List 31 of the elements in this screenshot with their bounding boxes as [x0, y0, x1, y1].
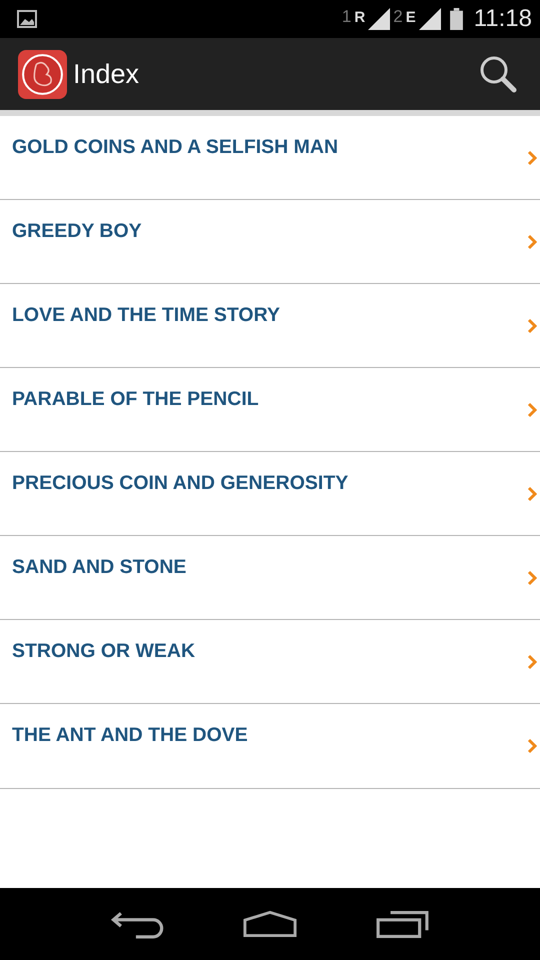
- chevron-icon: [527, 318, 537, 334]
- app-logo-icon[interactable]: [18, 50, 67, 98]
- story-item[interactable]: PARABLE OF THE PENCIL: [0, 368, 540, 452]
- sim-label: 1: [342, 7, 352, 27]
- screen-title: Index: [73, 58, 140, 90]
- home-icon[interactable]: [242, 909, 297, 939]
- chevron-icon: [527, 402, 537, 418]
- network-label: E: [406, 9, 416, 26]
- chevron-icon: [527, 738, 537, 754]
- story-item[interactable]: LOVE AND THE TIME STORY: [0, 284, 540, 368]
- story-item[interactable]: GOLD COINS AND A SELFISH MAN: [0, 116, 540, 200]
- battery-icon: [450, 8, 463, 30]
- story-item[interactable]: PRECIOUS COIN AND GENEROSITY: [0, 452, 540, 536]
- chevron-icon: [527, 486, 537, 502]
- clock: 11:18: [474, 5, 532, 33]
- signal-icon: [368, 8, 390, 30]
- story-item[interactable]: THE ANT AND THE DOVE: [0, 704, 540, 789]
- back-icon[interactable]: [110, 909, 164, 939]
- chevron-icon: [527, 570, 537, 586]
- chevron-icon: [527, 234, 537, 250]
- chevron-icon: [527, 150, 537, 166]
- chevron-icon: [527, 654, 537, 670]
- story-item[interactable]: STRONG OR WEAK: [0, 620, 540, 704]
- recent-apps-icon[interactable]: [376, 909, 430, 939]
- signal-icon: [418, 8, 441, 30]
- story-item[interactable]: GREEDY BOY: [0, 200, 540, 284]
- search-icon[interactable]: [478, 54, 518, 94]
- roaming-label: R: [354, 9, 366, 26]
- story-item[interactable]: SAND AND STONE: [0, 536, 540, 620]
- image-icon: [17, 10, 37, 28]
- sim-label: 2: [393, 7, 403, 27]
